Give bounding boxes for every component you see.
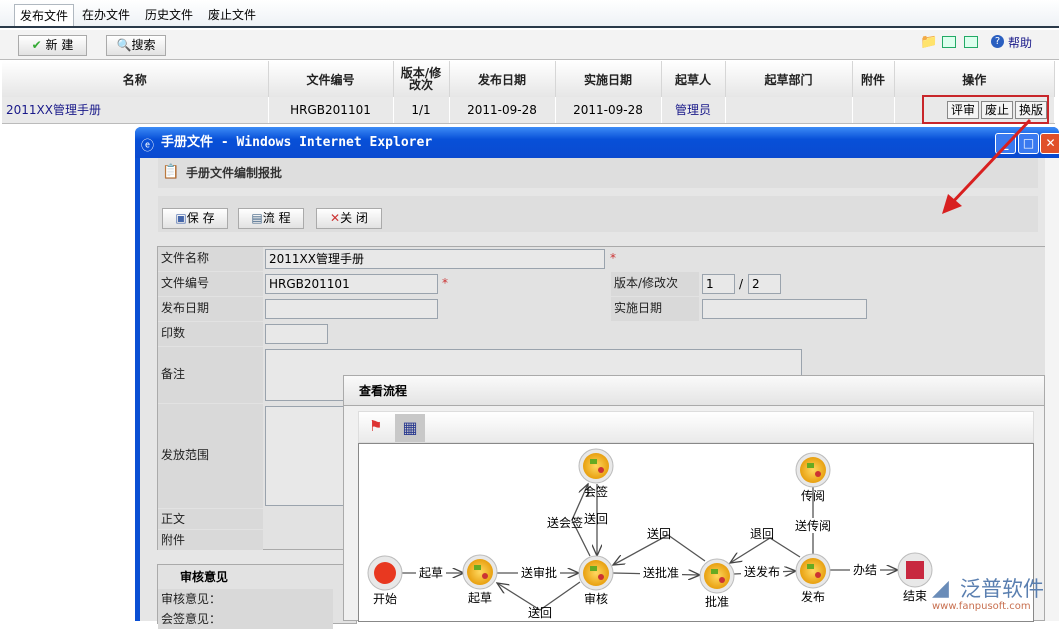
edge-label: 起草 xyxy=(419,566,443,580)
flow-node-circulate[interactable]: 传阅 xyxy=(795,452,831,503)
watermark: ◢ 泛普软件 www.fanpusoft.com xyxy=(932,576,1044,612)
task-glyph xyxy=(474,565,481,570)
node-label: 发布 xyxy=(801,589,825,604)
task-icon xyxy=(583,560,609,586)
node-label: 传阅 xyxy=(801,488,825,503)
edge-label: 送审批 xyxy=(521,565,557,580)
edge-label: 送发布 xyxy=(744,564,780,579)
flow-node-start[interactable]: 开始 xyxy=(367,555,403,606)
node-label: 起草 xyxy=(468,591,492,605)
task-glyph xyxy=(719,577,725,583)
flow-node-approve[interactable]: 批准 xyxy=(699,558,735,609)
end-icon xyxy=(906,561,924,579)
task-glyph xyxy=(590,459,597,464)
flow-node-end[interactable]: 结束 xyxy=(897,552,933,603)
task-glyph xyxy=(815,572,821,578)
node-label: 批准 xyxy=(705,594,729,609)
task-glyph xyxy=(598,574,604,580)
watermark-logo: ◢ xyxy=(932,576,949,601)
watermark-url: www.fanpusoft.com xyxy=(932,601,1031,612)
edge-label: 送会签 xyxy=(547,515,583,530)
flow-node-review[interactable]: 审核 xyxy=(578,555,614,606)
node-label: 审核 xyxy=(584,591,608,606)
flow-node-draft[interactable]: 起草 xyxy=(462,554,498,605)
edge-label: 送回 xyxy=(584,511,608,526)
task-icon xyxy=(467,559,493,585)
flow-node-publish[interactable]: 发布 xyxy=(795,553,831,604)
edge-label: 退回 xyxy=(750,527,774,541)
flow-node-countersign[interactable]: 会签 xyxy=(578,448,614,499)
task-icon xyxy=(800,558,826,584)
node-label: 会签 xyxy=(584,484,608,499)
task-glyph xyxy=(807,564,814,569)
node-label: 开始 xyxy=(373,592,397,606)
edge-label: 送传阅 xyxy=(795,518,831,533)
task-glyph xyxy=(598,467,604,473)
edge-label: 送回 xyxy=(647,526,671,541)
start-icon xyxy=(374,562,396,584)
edge-label: 办结 xyxy=(853,562,877,577)
task-glyph xyxy=(807,463,814,468)
task-icon xyxy=(583,453,609,479)
node-label: 结束 xyxy=(903,589,927,603)
edge-publish-approve-return xyxy=(730,537,801,563)
edge-label: 送批准 xyxy=(643,565,679,580)
watermark-brand: 泛普软件 xyxy=(960,577,1044,601)
task-glyph xyxy=(815,471,821,477)
task-glyph xyxy=(482,573,488,579)
edge-label: 送回 xyxy=(528,605,552,620)
task-glyph xyxy=(711,569,718,574)
flow-diagram: 起草 送审批 送回 送会签 送回 送批准 送回 送发布 退回 送传阅 办结 开始… xyxy=(367,448,1044,620)
task-icon xyxy=(704,563,730,589)
task-icon xyxy=(800,457,826,483)
task-glyph xyxy=(590,566,597,571)
